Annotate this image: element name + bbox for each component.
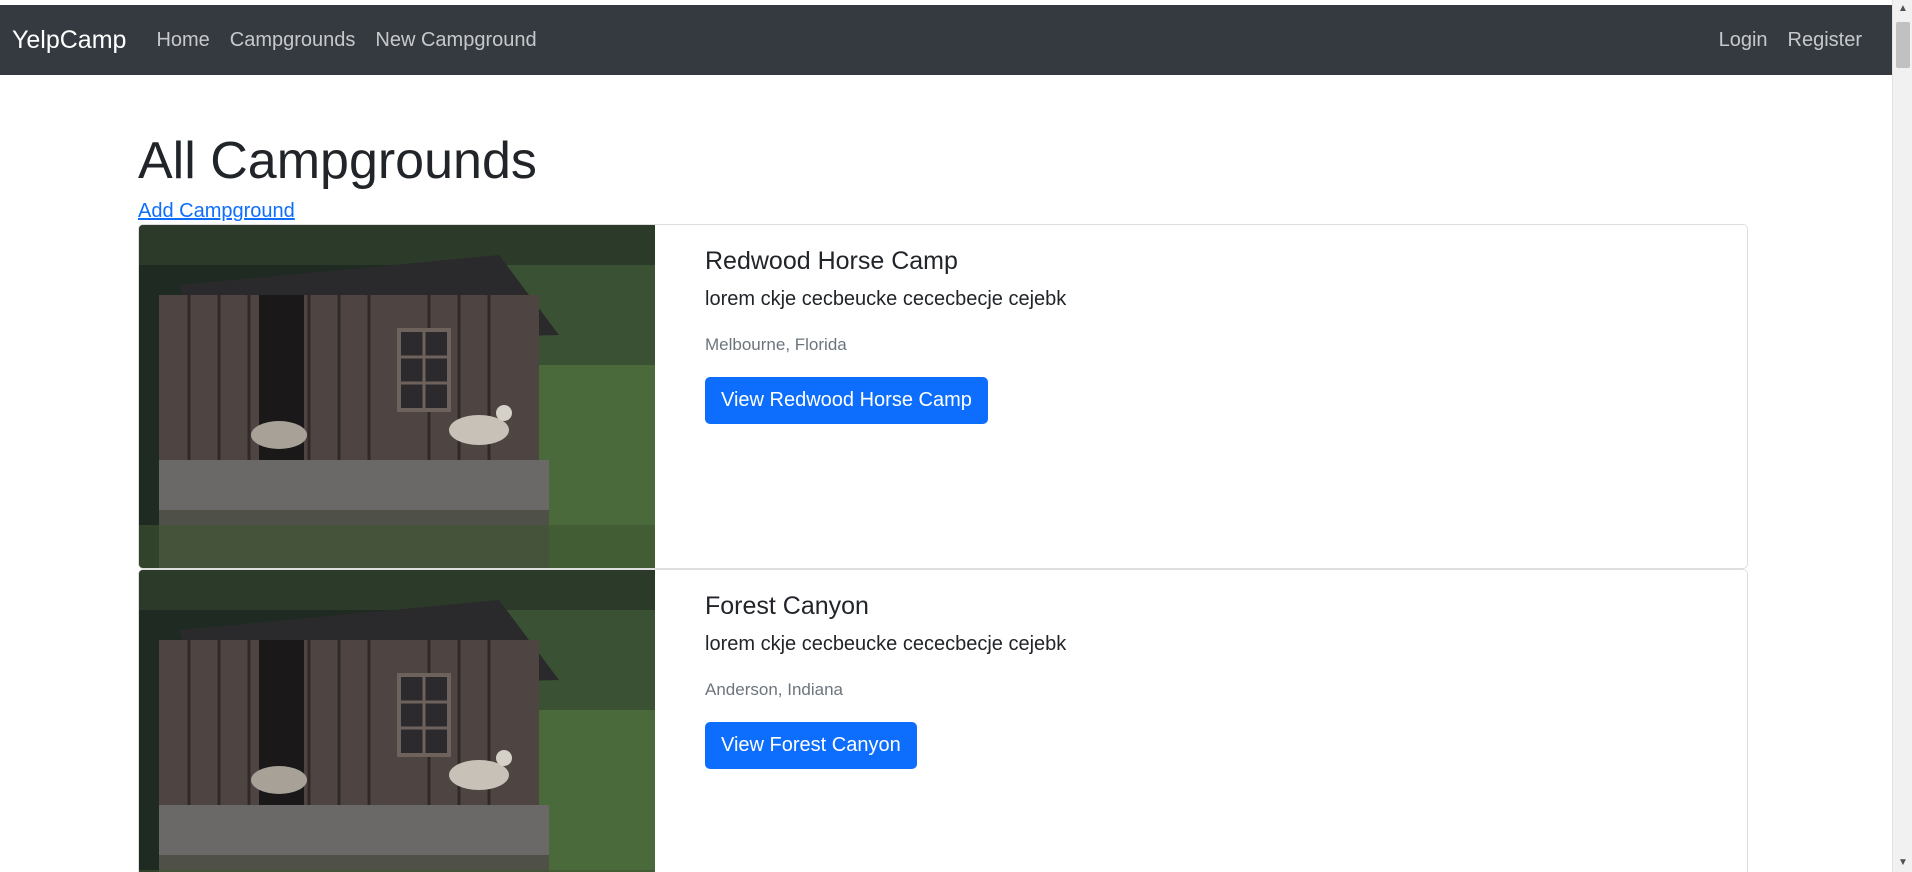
campground-title: Forest Canyon: [705, 592, 869, 621]
main-content: All Campgrounds Add Campground Redwood H…: [138, 130, 1748, 872]
scrollbar-thumb[interactable]: [1896, 22, 1910, 68]
vertical-scrollbar[interactable]: ▲ ▼: [1892, 0, 1912, 872]
campground-card: Redwood Horse Camp lorem ckje cecbeucke …: [138, 224, 1748, 570]
campground-location: Melbourne, Florida: [705, 335, 847, 355]
nav-campgrounds-link[interactable]: Campgrounds: [230, 29, 356, 52]
add-campground-link[interactable]: Add Campground: [138, 200, 295, 223]
page: YelpCamp Home Campgrounds New Campground…: [0, 0, 1912, 872]
brand-link[interactable]: YelpCamp: [12, 26, 126, 55]
nav-links: Home Campgrounds New Campground: [156, 29, 536, 52]
campground-card-body: Forest Canyon lorem ckje cecbeucke cecec…: [655, 570, 1747, 872]
campground-card-body: Redwood Horse Camp lorem ckje cecbeucke …: [655, 225, 1747, 568]
scroll-up-arrow-icon[interactable]: ▲: [1893, 0, 1912, 18]
campground-image: [139, 225, 655, 569]
scroll-down-arrow-icon[interactable]: ▼: [1893, 854, 1912, 872]
campground-location: Anderson, Indiana: [705, 680, 843, 700]
view-campground-button[interactable]: View Forest Canyon: [705, 722, 917, 770]
nav-new-campground-link[interactable]: New Campground: [375, 29, 536, 52]
nav-auth: Login Register: [1719, 29, 1880, 52]
navbar: YelpCamp Home Campgrounds New Campground…: [0, 5, 1892, 75]
campground-title: Redwood Horse Camp: [705, 247, 958, 276]
register-link[interactable]: Register: [1788, 29, 1862, 52]
campground-description: lorem ckje cecbeucke cececbecje cejebk: [705, 288, 1067, 311]
view-campground-button[interactable]: View Redwood Horse Camp: [705, 377, 988, 425]
campground-description: lorem ckje cecbeucke cececbecje cejebk: [705, 633, 1067, 656]
campground-image: [139, 570, 655, 872]
page-title: All Campgrounds: [138, 132, 537, 190]
login-link[interactable]: Login: [1719, 29, 1768, 52]
campground-card: Forest Canyon lorem ckje cecbeucke cecec…: [138, 569, 1748, 872]
nav-home-link[interactable]: Home: [156, 29, 209, 52]
